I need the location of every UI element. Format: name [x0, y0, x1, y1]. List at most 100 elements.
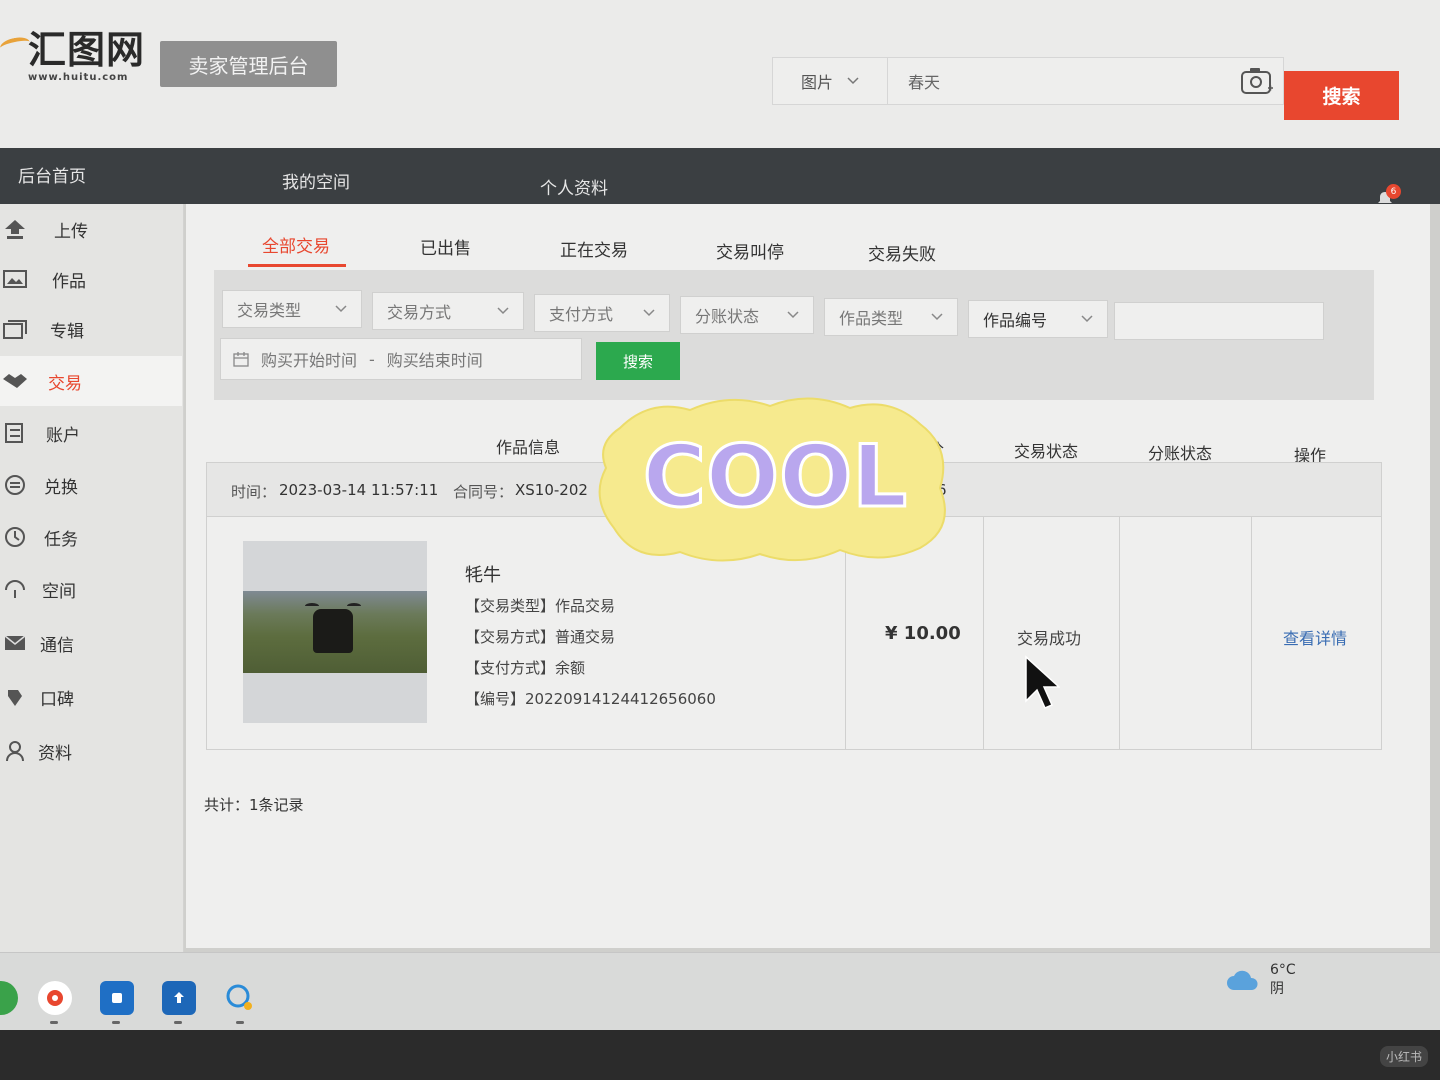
- tab-sold[interactable]: 已出售: [420, 234, 471, 259]
- main-content: 全部交易 已出售 正在交易 交易叫停 交易失败 交易类型 交易方式 支付方式 分…: [186, 204, 1430, 948]
- search-input[interactable]: [888, 58, 1231, 104]
- cloud-icon: [1227, 970, 1258, 990]
- yak-figure: [313, 609, 353, 653]
- work-type-select[interactable]: 作品类型: [824, 298, 958, 336]
- order-price: ¥ 10.00: [885, 623, 961, 644]
- sidebar-item-tasks[interactable]: 任务: [0, 512, 182, 562]
- column-divider: [1251, 517, 1252, 749]
- contract-number: XS10-202: [515, 481, 588, 499]
- taskbar-indicator: [50, 1021, 58, 1024]
- chat-icon[interactable]: [222, 981, 256, 1015]
- column-divider: [983, 517, 984, 749]
- nav-item-dashboard[interactable]: 后台首页: [18, 162, 86, 187]
- temperature: 6°C: [1270, 962, 1296, 978]
- browser-icon[interactable]: [0, 981, 18, 1015]
- search-box: 图片: [772, 57, 1284, 105]
- taskbar-indicator: [236, 1021, 244, 1024]
- tab-all-trades[interactable]: 全部交易: [262, 232, 330, 257]
- logo[interactable]: 汇图网 www.huitu.com: [0, 28, 146, 83]
- sidebar-item-album[interactable]: 专辑: [0, 304, 182, 354]
- account-icon: [2, 420, 28, 446]
- trade-method-select[interactable]: 交易方式: [372, 292, 524, 330]
- work-type-label: 作品类型: [839, 309, 904, 328]
- search-category-select[interactable]: 图片: [773, 58, 888, 104]
- sidebar-item-label: 作品: [52, 271, 86, 292]
- sidebar-item-upload[interactable]: 上传: [0, 204, 182, 254]
- split-status-label: 分账状态: [695, 307, 760, 326]
- nav-item-my-space[interactable]: 我的空间: [282, 168, 350, 193]
- sidebar-item-label: 交易: [48, 373, 82, 394]
- split-status-select[interactable]: 分账状态: [680, 296, 814, 334]
- work-number-select[interactable]: 作品编号: [968, 300, 1108, 338]
- weather-widget[interactable]: 6°C 阴: [1226, 962, 1296, 998]
- product-thumbnail[interactable]: [243, 541, 427, 723]
- work-number-input[interactable]: [1114, 302, 1324, 340]
- monitor-bezel: [0, 1030, 1440, 1080]
- sidebar-item-exchange[interactable]: 兑换: [0, 460, 182, 510]
- purchase-date-range[interactable]: 购买开始时间 - 购买结束时间: [220, 338, 582, 380]
- top-nav: 后台首页 我的空间 个人资料 6: [0, 148, 1440, 208]
- trade-type-line: 【交易类型】作品交易: [465, 595, 615, 616]
- yak-photo: [243, 591, 427, 673]
- pay-method-select[interactable]: 支付方式: [534, 294, 670, 332]
- yak-horn: [347, 603, 361, 609]
- record-total: 共计：1条记录: [204, 794, 304, 815]
- handshake-icon: [2, 368, 28, 394]
- sidebar-item-reputation[interactable]: 口碑: [0, 672, 182, 722]
- total-count: 1条记录: [249, 796, 304, 814]
- tab-failed[interactable]: 交易失败: [868, 240, 936, 265]
- taskbar-indicator: [112, 1021, 120, 1024]
- sidebar-item-works[interactable]: 作品: [0, 254, 182, 304]
- calendar-icon: [233, 352, 249, 367]
- profile-icon: [2, 738, 28, 764]
- taskbar-indicator: [174, 1021, 182, 1024]
- chevron-down-icon: [643, 309, 655, 317]
- sidebar-item-account[interactable]: 账户: [0, 408, 182, 458]
- sidebar-item-label: 资料: [38, 743, 72, 764]
- trade-method-line: 【交易方式】普通交易: [465, 626, 615, 647]
- col-header-split-status: 分账状态: [1148, 444, 1213, 463]
- sidebar-item-profile[interactable]: 资料: [0, 726, 182, 776]
- order-time: 2023-03-14 11:57:11: [279, 481, 439, 499]
- end-time-placeholder: 购买结束时间: [386, 351, 483, 370]
- camera-search-icon[interactable]: [1231, 58, 1283, 104]
- upload-app-icon[interactable]: [162, 981, 196, 1015]
- sidebar-item-label: 账户: [46, 425, 80, 446]
- sidebar-item-label: 口碑: [40, 689, 74, 710]
- chevron-down-icon: [497, 307, 509, 315]
- trade-type-select[interactable]: 交易类型: [222, 290, 362, 328]
- sidebar: 上传 作品 专辑 交易 账户 兑换 任务 空间 通信 口碑 资料: [0, 204, 184, 952]
- line-key: 【编号】: [465, 690, 526, 708]
- cool-sticker: COOL: [590, 388, 960, 568]
- sidebar-item-trade[interactable]: 交易: [0, 356, 182, 406]
- chevron-down-icon: [931, 313, 943, 321]
- nav-item-profile[interactable]: 个人资料: [540, 174, 608, 199]
- album-icon: [2, 316, 28, 342]
- blue-app-icon[interactable]: [100, 981, 134, 1015]
- clock-icon: [2, 524, 28, 550]
- chevron-down-icon: [1081, 315, 1093, 323]
- sidebar-item-space[interactable]: 空间: [0, 564, 182, 614]
- total-label: 共计：: [204, 796, 250, 814]
- view-details-link[interactable]: 查看详情: [1283, 625, 1347, 649]
- active-tab-indicator: [248, 264, 346, 267]
- chevron-down-icon: [335, 305, 347, 313]
- logo-text: 汇图网: [28, 28, 146, 72]
- weather-condition: 阴: [1270, 981, 1284, 997]
- sidebar-item-label: 任务: [44, 529, 78, 550]
- product-title[interactable]: 牦牛: [465, 561, 501, 587]
- exchange-icon: [2, 472, 28, 498]
- app-icon[interactable]: [38, 981, 72, 1015]
- chevron-down-icon: [787, 311, 799, 319]
- filter-search-button[interactable]: 搜索: [596, 342, 680, 380]
- pay-method-line: 【支付方式】余额: [465, 657, 585, 678]
- sidebar-item-messages[interactable]: 通信: [0, 618, 182, 668]
- taskbar: [0, 952, 1440, 1030]
- search-button[interactable]: 搜索: [1284, 71, 1399, 120]
- seller-admin-badge[interactable]: 卖家管理后台: [160, 41, 337, 87]
- tab-in-progress[interactable]: 正在交易: [560, 236, 628, 261]
- tab-halted[interactable]: 交易叫停: [716, 238, 784, 263]
- sidebar-item-label: 空间: [42, 581, 76, 602]
- line-value: 20220914124412656060: [525, 690, 716, 708]
- site-header: 汇图网 www.huitu.com 卖家管理后台 图片 搜索: [0, 0, 1440, 148]
